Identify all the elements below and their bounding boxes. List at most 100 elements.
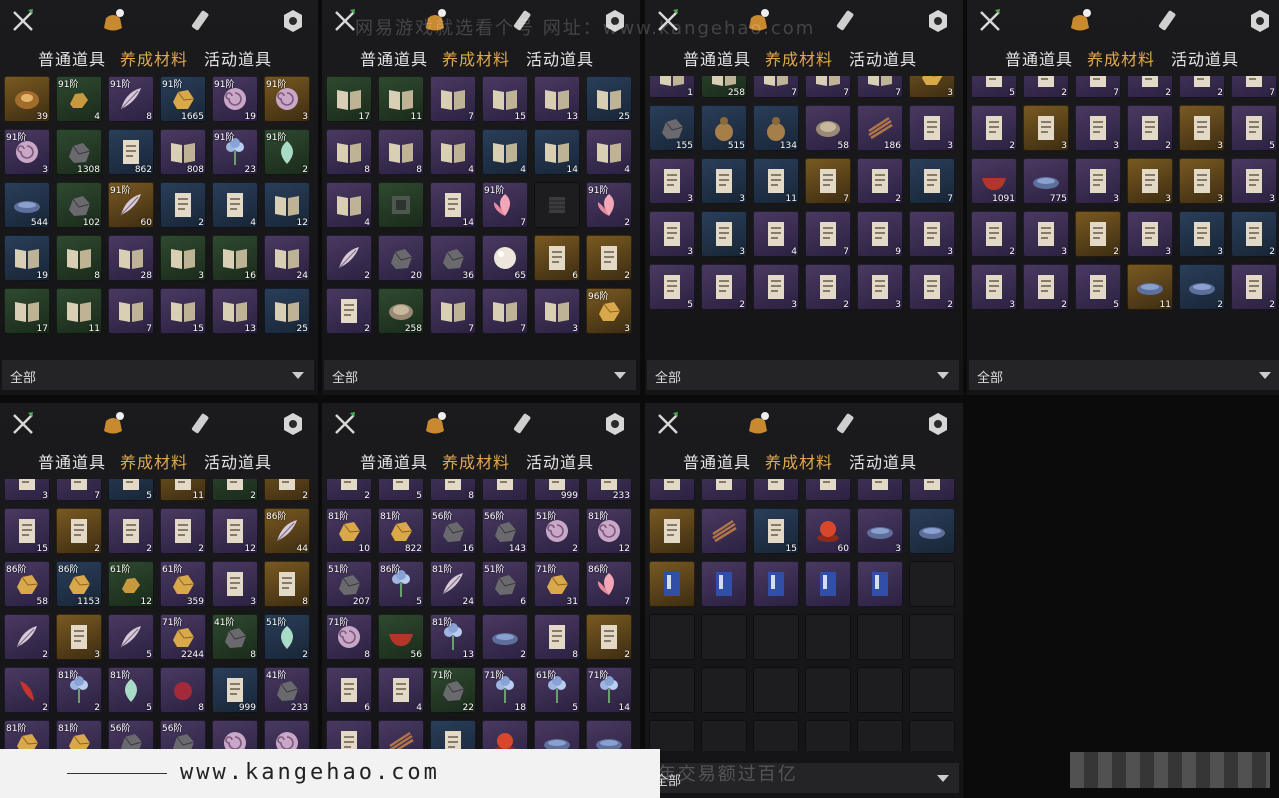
item-slot[interactable]: 4 — [753, 211, 799, 257]
item-slot[interactable]: 3 — [971, 264, 1017, 310]
item-slot[interactable]: 15 — [4, 508, 50, 554]
item-slot[interactable] — [649, 561, 695, 607]
tab-event-items[interactable]: 活动道具 — [526, 449, 594, 473]
empty-slot[interactable] — [857, 667, 903, 713]
item-slot[interactable]: 91阶 2 — [586, 182, 632, 228]
item-slot[interactable]: 14 — [430, 182, 476, 228]
item-slot[interactable]: 11 — [56, 288, 102, 334]
item-slot[interactable]: 13 — [212, 288, 258, 334]
item-slot[interactable]: 56阶 16 — [430, 508, 476, 554]
item-slot[interactable]: 258 — [701, 76, 747, 98]
item-slot[interactable]: 2 — [857, 158, 903, 204]
combat-icon[interactable] — [10, 411, 36, 437]
item-slot[interactable]: 3 — [701, 211, 747, 257]
tab-normal-items[interactable]: 普通道具 — [360, 46, 428, 70]
item-slot[interactable]: 3 — [1075, 105, 1121, 151]
item-slot[interactable]: 91阶 2 — [264, 129, 310, 175]
item-slot[interactable]: 9 — [857, 211, 903, 257]
item-slot[interactable]: 3 — [1023, 211, 1069, 257]
item-slot[interactable]: 5 — [971, 76, 1017, 98]
item-slot[interactable]: 3 — [1179, 105, 1225, 151]
bag-icon[interactable] — [100, 411, 126, 437]
item-slot[interactable]: 11 — [160, 479, 206, 501]
item-slot[interactable]: 2 — [160, 182, 206, 228]
item-slot[interactable]: 19 — [4, 235, 50, 281]
item-slot[interactable]: 51阶 2 — [534, 508, 580, 554]
item-slot[interactable] — [701, 479, 747, 501]
item-slot[interactable]: 3 — [160, 235, 206, 281]
item-slot[interactable]: 2 — [586, 235, 632, 281]
item-slot[interactable]: 3 — [753, 264, 799, 310]
item-slot[interactable]: 2 — [971, 105, 1017, 151]
item-slot[interactable]: 2 — [1179, 264, 1225, 310]
item-slot[interactable]: 7 — [805, 158, 851, 204]
item-slot[interactable]: 8 — [378, 129, 424, 175]
item-slot[interactable]: 7 — [909, 158, 955, 204]
empty-slot[interactable] — [701, 720, 747, 751]
tab-event-items[interactable]: 活动道具 — [849, 46, 917, 70]
item-slot[interactable]: 25 — [586, 76, 632, 122]
empty-slot[interactable] — [649, 667, 695, 713]
item-slot[interactable]: 2 — [1231, 264, 1277, 310]
item-slot[interactable]: 999 — [534, 479, 580, 501]
item-slot[interactable]: 3 — [701, 158, 747, 204]
item-slot[interactable]: 233 — [586, 479, 632, 501]
empty-slot[interactable] — [909, 720, 955, 751]
empty-slot[interactable] — [649, 720, 695, 751]
item-slot[interactable]: 3 — [1075, 158, 1121, 204]
item-slot[interactable]: 11 — [1127, 264, 1173, 310]
item-slot[interactable]: 7 — [857, 76, 903, 98]
item-slot[interactable]: 61阶 5 — [534, 667, 580, 713]
item-slot[interactable]: 17 — [326, 76, 372, 122]
item-slot[interactable] — [264, 720, 310, 751]
item-slot[interactable] — [753, 561, 799, 607]
item-slot[interactable] — [805, 561, 851, 607]
item-slot[interactable]: 60 — [482, 720, 528, 751]
item-slot[interactable]: 81阶 24 — [430, 561, 476, 607]
currency-icon[interactable] — [1247, 8, 1273, 34]
item-slot[interactable]: 3 — [212, 561, 258, 607]
item-slot[interactable]: 544 — [4, 182, 50, 228]
item-slot[interactable]: 3 — [857, 508, 903, 554]
item-slot[interactable]: 60 — [805, 508, 851, 554]
item-slot[interactable]: 7 — [56, 479, 102, 501]
item-slot[interactable]: 81阶 13 — [430, 614, 476, 660]
item-slot[interactable]: 5 — [1075, 264, 1121, 310]
item-slot[interactable]: 3 — [649, 158, 695, 204]
item-slot[interactable]: 1308 — [56, 129, 102, 175]
item-slot[interactable]: 2 — [326, 235, 372, 281]
item-slot[interactable]: 5 — [649, 264, 695, 310]
bag-icon[interactable] — [422, 411, 448, 437]
item-slot[interactable]: 775 — [1023, 158, 1069, 204]
item-slot[interactable]: 7 — [805, 211, 851, 257]
item-slot[interactable]: 5 — [108, 614, 154, 660]
tab-normal-items[interactable]: 普通道具 — [38, 46, 106, 70]
item-slot[interactable]: 91阶 1665 — [160, 76, 206, 122]
item-slot[interactable] — [586, 720, 632, 751]
item-slot[interactable]: 61阶 12 — [108, 561, 154, 607]
item-slot[interactable]: 2 — [212, 479, 258, 501]
item-slot[interactable]: 3 — [4, 479, 50, 501]
item-slot[interactable]: 4 — [586, 129, 632, 175]
item-slot[interactable]: 2 — [971, 211, 1017, 257]
item-slot[interactable]: 71阶 8 — [326, 614, 372, 660]
item-slot[interactable]: 6 — [326, 667, 372, 713]
item-slot[interactable]: 2 — [1023, 76, 1069, 98]
combat-icon[interactable] — [332, 411, 358, 437]
item-slot[interactable]: 2 — [586, 614, 632, 660]
tab-normal-items[interactable]: 普通道具 — [38, 449, 106, 473]
item-slot[interactable]: 186 — [857, 105, 903, 151]
item-slot[interactable]: 96阶 3 — [586, 288, 632, 334]
combat-icon[interactable] — [655, 411, 681, 437]
item-slot[interactable]: 2 — [4, 614, 50, 660]
item-slot[interactable]: 56阶 143 — [482, 508, 528, 554]
item-slot[interactable]: 81阶 10 — [326, 508, 372, 554]
tab-event-items[interactable]: 活动道具 — [204, 46, 272, 70]
item-slot[interactable]: 1091 — [971, 158, 1017, 204]
tab-normal-items[interactable]: 普通道具 — [360, 449, 428, 473]
item-slot[interactable]: 71阶 31 — [534, 561, 580, 607]
item-slot[interactable]: 86阶 58 — [4, 561, 50, 607]
item-slot[interactable]: 2 — [909, 264, 955, 310]
tab-normal-items[interactable]: 普通道具 — [683, 449, 751, 473]
item-slot[interactable]: 2 — [1127, 76, 1173, 98]
